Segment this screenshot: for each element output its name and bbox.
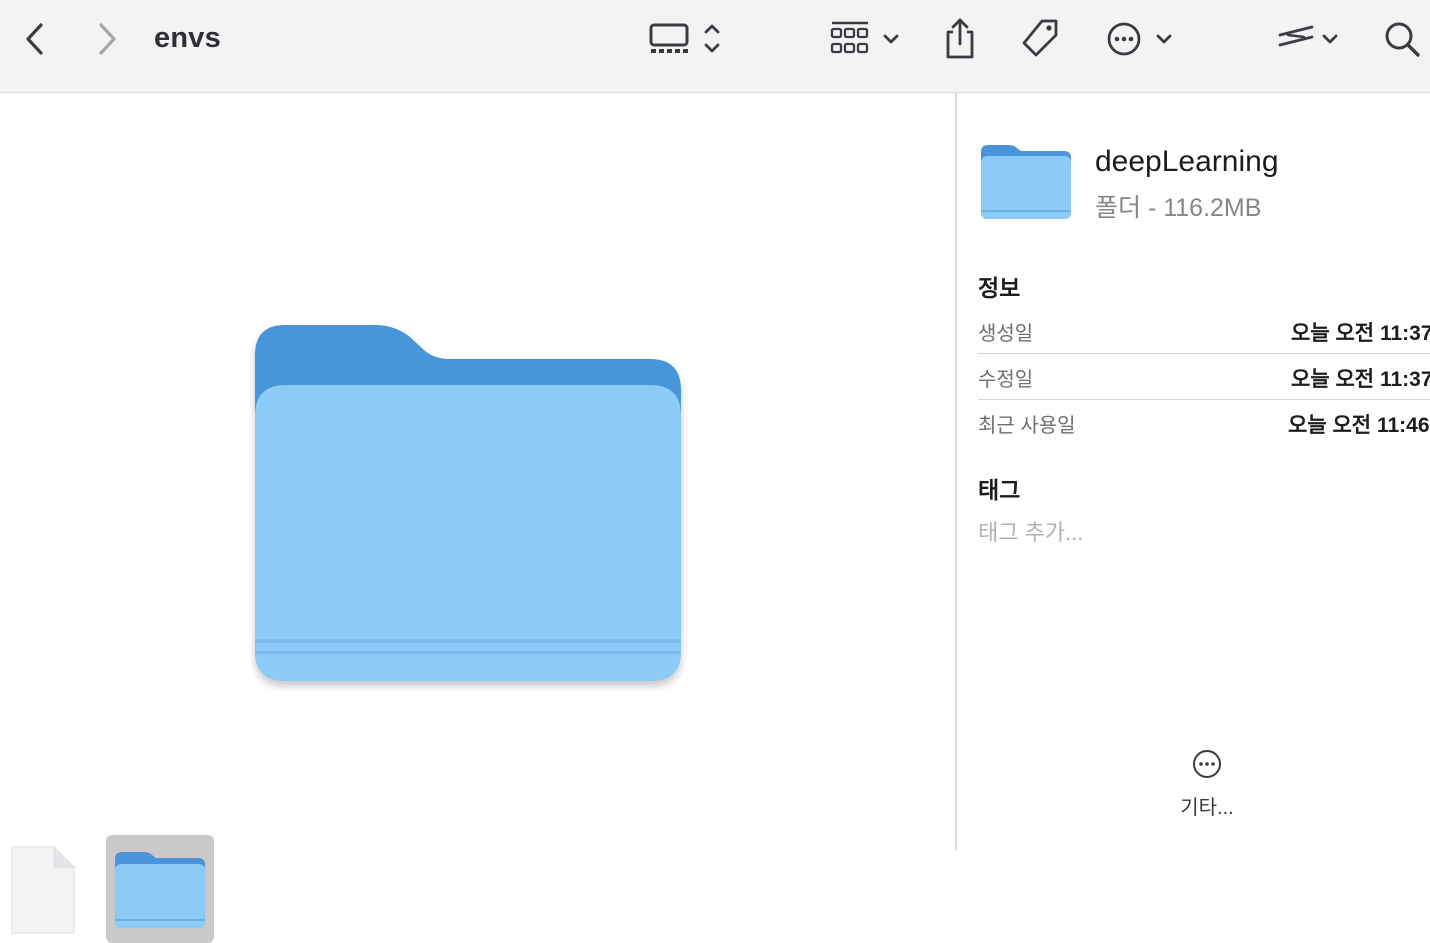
- chevron-left-icon: [26, 23, 43, 55]
- gallery-view[interactable]: [0, 93, 955, 943]
- group-button[interactable]: [828, 17, 904, 61]
- folder-icon: [255, 325, 681, 681]
- window-title: envs: [154, 22, 221, 54]
- folder-thumbnail[interactable]: [112, 849, 208, 938]
- share-icon: [946, 18, 974, 59]
- info-value: 오늘 오전 11:37: [1291, 368, 1430, 391]
- gallery-view-icon: [649, 23, 720, 53]
- toolbar: envs: [0, 0, 1430, 93]
- info-section-title: 정보: [978, 275, 1021, 301]
- forward-button[interactable]: [90, 17, 124, 61]
- info-value: 오늘 오전 11:46: [1288, 414, 1430, 437]
- markup-button[interactable]: [1274, 17, 1344, 61]
- more-icon: [1193, 750, 1221, 778]
- document-icon: [11, 846, 75, 934]
- more-button[interactable]: 기타...: [1157, 748, 1257, 820]
- item-kind-size: 폴더 - 116.2MB: [1095, 194, 1262, 222]
- grid-group-icon: [830, 21, 899, 54]
- search-icon: [1385, 22, 1420, 57]
- item-name: deepLearning: [1095, 145, 1279, 178]
- tag-button[interactable]: [1018, 17, 1062, 61]
- info-label: 생성일: [978, 323, 1034, 345]
- view-mode-button[interactable]: [646, 17, 726, 61]
- add-tag-input[interactable]: 태그 추가...: [978, 515, 1083, 547]
- edit-markup-icon: [1278, 25, 1338, 47]
- inspector-folder-icon-wrap: [979, 143, 1073, 226]
- more-icon: [1107, 22, 1172, 56]
- action-button[interactable]: [1104, 17, 1176, 61]
- inspector-panel: deepLearning 폴더 - 116.2MB 정보 생성일 오늘 오전 1…: [957, 93, 1430, 850]
- search-button[interactable]: [1382, 17, 1422, 61]
- info-row-last-opened: 최근 사용일 오늘 오전 11:46: [978, 399, 1430, 445]
- folder-icon: [981, 145, 1071, 219]
- info-value: 오늘 오전 11:37: [1291, 322, 1430, 345]
- info-label: 수정일: [978, 369, 1034, 391]
- info-row-created: 생성일 오늘 오전 11:37: [978, 307, 1430, 354]
- file-thumbnail[interactable]: [8, 845, 78, 942]
- tag-icon: [1022, 19, 1058, 57]
- share-button[interactable]: [940, 17, 980, 61]
- back-button[interactable]: [18, 17, 52, 61]
- tags-section-title: 태그: [978, 477, 1021, 503]
- folder-icon: [115, 852, 205, 928]
- info-label: 최근 사용일: [978, 415, 1076, 437]
- more-label: 기타...: [1180, 797, 1234, 819]
- folder-preview: [250, 321, 690, 701]
- chevron-right-icon: [99, 23, 116, 55]
- info-row-modified: 수정일 오늘 오전 11:37: [978, 353, 1430, 400]
